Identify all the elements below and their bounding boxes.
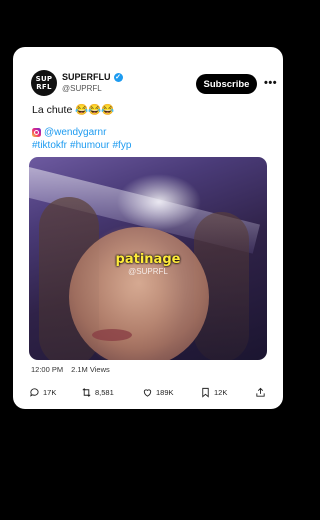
bookmark-icon <box>202 387 209 398</box>
post-views: 2.1M Views <box>71 365 110 374</box>
account-handle[interactable]: @SUPRFL <box>62 84 102 93</box>
reply-icon <box>30 388 39 397</box>
subscribe-button[interactable]: Subscribe <box>196 74 257 94</box>
video-media[interactable]: patinage @SUPRFL <box>29 157 267 360</box>
reply-count: 17K <box>43 388 57 397</box>
tweet-card: SUPRFL SUPERFLU ✓ @SUPRFL Subscribe ••• … <box>13 47 283 409</box>
account-name-row: SUPERFLU ✓ <box>62 72 123 82</box>
watermark-handle: @SUPRFL <box>128 267 168 276</box>
lips <box>92 329 132 341</box>
share-icon <box>256 387 265 397</box>
instagram-mention[interactable]: @wendygarnr <box>32 127 106 138</box>
heart-icon <box>143 389 152 397</box>
avatar-text: SUPRFL <box>35 75 53 91</box>
verified-badge-icon: ✓ <box>113 72 123 82</box>
like-count: 189K <box>156 388 174 397</box>
post-meta: 12:00 PM 2.1M Views <box>31 365 110 374</box>
hashtag-link[interactable]: #tiktokfr <box>32 140 67 151</box>
hashtag-link[interactable]: #humour <box>70 140 109 151</box>
bookmark-button[interactable]: 12K <box>200 387 227 398</box>
instagram-handle[interactable]: @wendygarnr <box>44 127 106 138</box>
repost-icon <box>82 388 91 397</box>
instagram-icon <box>32 128 41 137</box>
repost-button[interactable]: 8,581 <box>81 387 114 398</box>
avatar[interactable]: SUPRFL <box>31 70 57 96</box>
bookmark-count: 12K <box>214 388 228 397</box>
like-button[interactable]: 189K <box>142 387 174 398</box>
account-name[interactable]: SUPERFLU <box>62 72 111 82</box>
tweet-text: La chute 😂😂😂 <box>32 104 115 116</box>
more-options-icon[interactable]: ••• <box>264 77 277 89</box>
action-bar: 17K 8,581 189K 12K <box>29 387 269 401</box>
share-button[interactable] <box>255 387 266 398</box>
caption-overlay: patinage <box>115 252 181 267</box>
hashtag-link[interactable]: #fyp <box>112 140 131 151</box>
face <box>69 227 209 360</box>
hashtags: #tiktokfr #humour #fyp <box>32 140 131 151</box>
repost-count: 8,581 <box>95 388 114 397</box>
post-time: 12:00 PM <box>31 365 64 374</box>
reply-button[interactable]: 17K <box>29 387 56 398</box>
